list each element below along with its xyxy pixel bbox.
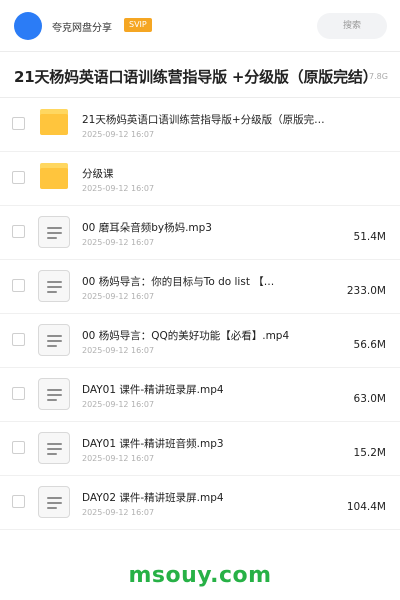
row-checkbox[interactable] [12,279,25,292]
file-name: 00 磨耳朵音频by杨妈.mp3 [82,222,212,234]
file-name: DAY01 课件-精讲班音频.mp3 [82,438,224,450]
page-title: 21天杨妈英语口语训练营指导版 +分级版（原版完结） [14,68,378,86]
file-size: 15.2M [353,447,386,459]
folder-title-bar: 21天杨妈英语口语训练营指导版 +分级版（原版完结） 7.8G [0,52,400,98]
list-item[interactable]: DAY01 课件-精讲班音频.mp3 2025-09-12 16:07 15.2… [0,422,400,476]
document-icon [38,324,70,356]
file-date: 2025-09-12 16:07 [82,400,155,409]
file-size: 56.6M [353,339,386,351]
svip-badge: SVIP [124,18,152,32]
document-icon [38,486,70,518]
watermark-text: msouy.com [128,563,272,588]
file-date: 2025-09-12 16:07 [82,184,155,193]
row-checkbox[interactable] [12,225,25,238]
avatar[interactable] [14,12,42,40]
share-owner-name: 夸克网盘分享 [52,23,112,34]
row-checkbox[interactable] [12,495,25,508]
file-name: DAY02 课件-精讲班录屏.mp4 [82,492,224,504]
file-size: 233.0M [346,285,386,297]
share-header: 夸克网盘分享 SVIP 搜索 [0,0,400,52]
list-item[interactable]: DAY02 课件-精讲班录屏.mp4 2025-09-12 16:07 104.… [0,476,400,530]
document-icon [38,378,70,410]
file-name: 21天杨妈英语口语训练营指导版+分级版（原版完结） [82,114,332,126]
list-item[interactable]: DAY01 课件-精讲班录屏.mp4 2025-09-12 16:07 63.0… [0,368,400,422]
file-date: 2025-09-12 16:07 [82,238,155,247]
document-icon [38,432,70,464]
list-item[interactable]: 00 磨耳朵音频by杨妈.mp3 2025-09-12 16:07 51.4M [0,206,400,260]
file-name: 00 杨妈导言：你的目标与To do list 【… [82,276,275,288]
file-date: 2025-09-12 16:07 [82,292,155,301]
list-item[interactable]: 21天杨妈英语口语训练营指导版+分级版（原版完结） 2025-09-12 16:… [0,98,400,152]
row-checkbox[interactable] [12,117,25,130]
file-date: 2025-09-12 16:07 [82,454,155,463]
document-icon [38,270,70,302]
file-size: 63.0M [353,393,386,405]
folder-icon [40,163,68,189]
file-date: 2025-09-12 16:07 [82,508,155,517]
row-checkbox[interactable] [12,441,25,454]
file-name: DAY01 课件-精讲班录屏.mp4 [82,384,224,396]
file-date: 2025-09-12 16:07 [82,346,155,355]
file-date: 2025-09-12 16:07 [82,130,155,139]
folder-icon [40,109,68,135]
file-name: 分级课 [82,168,114,180]
file-size: 104.4M [346,501,386,513]
list-item[interactable]: 00 杨妈导言：你的目标与To do list 【… 2025-09-12 16… [0,260,400,314]
file-size: 51.4M [353,231,386,243]
row-checkbox[interactable] [12,171,25,184]
document-icon [38,216,70,248]
folder-total-size: 7.8G [369,72,388,81]
row-checkbox[interactable] [12,387,25,400]
file-name: 00 杨妈导言：QQ的美好功能【必看】.mp4 [82,330,290,342]
file-list: 21天杨妈英语口语训练营指导版+分级版（原版完结） 2025-09-12 16:… [0,98,400,530]
list-item[interactable]: 分级课 2025-09-12 16:07 [0,152,400,206]
search-button[interactable]: 搜索 [317,13,387,39]
row-checkbox[interactable] [12,333,25,346]
list-item[interactable]: 00 杨妈导言：QQ的美好功能【必看】.mp4 2025-09-12 16:07… [0,314,400,368]
